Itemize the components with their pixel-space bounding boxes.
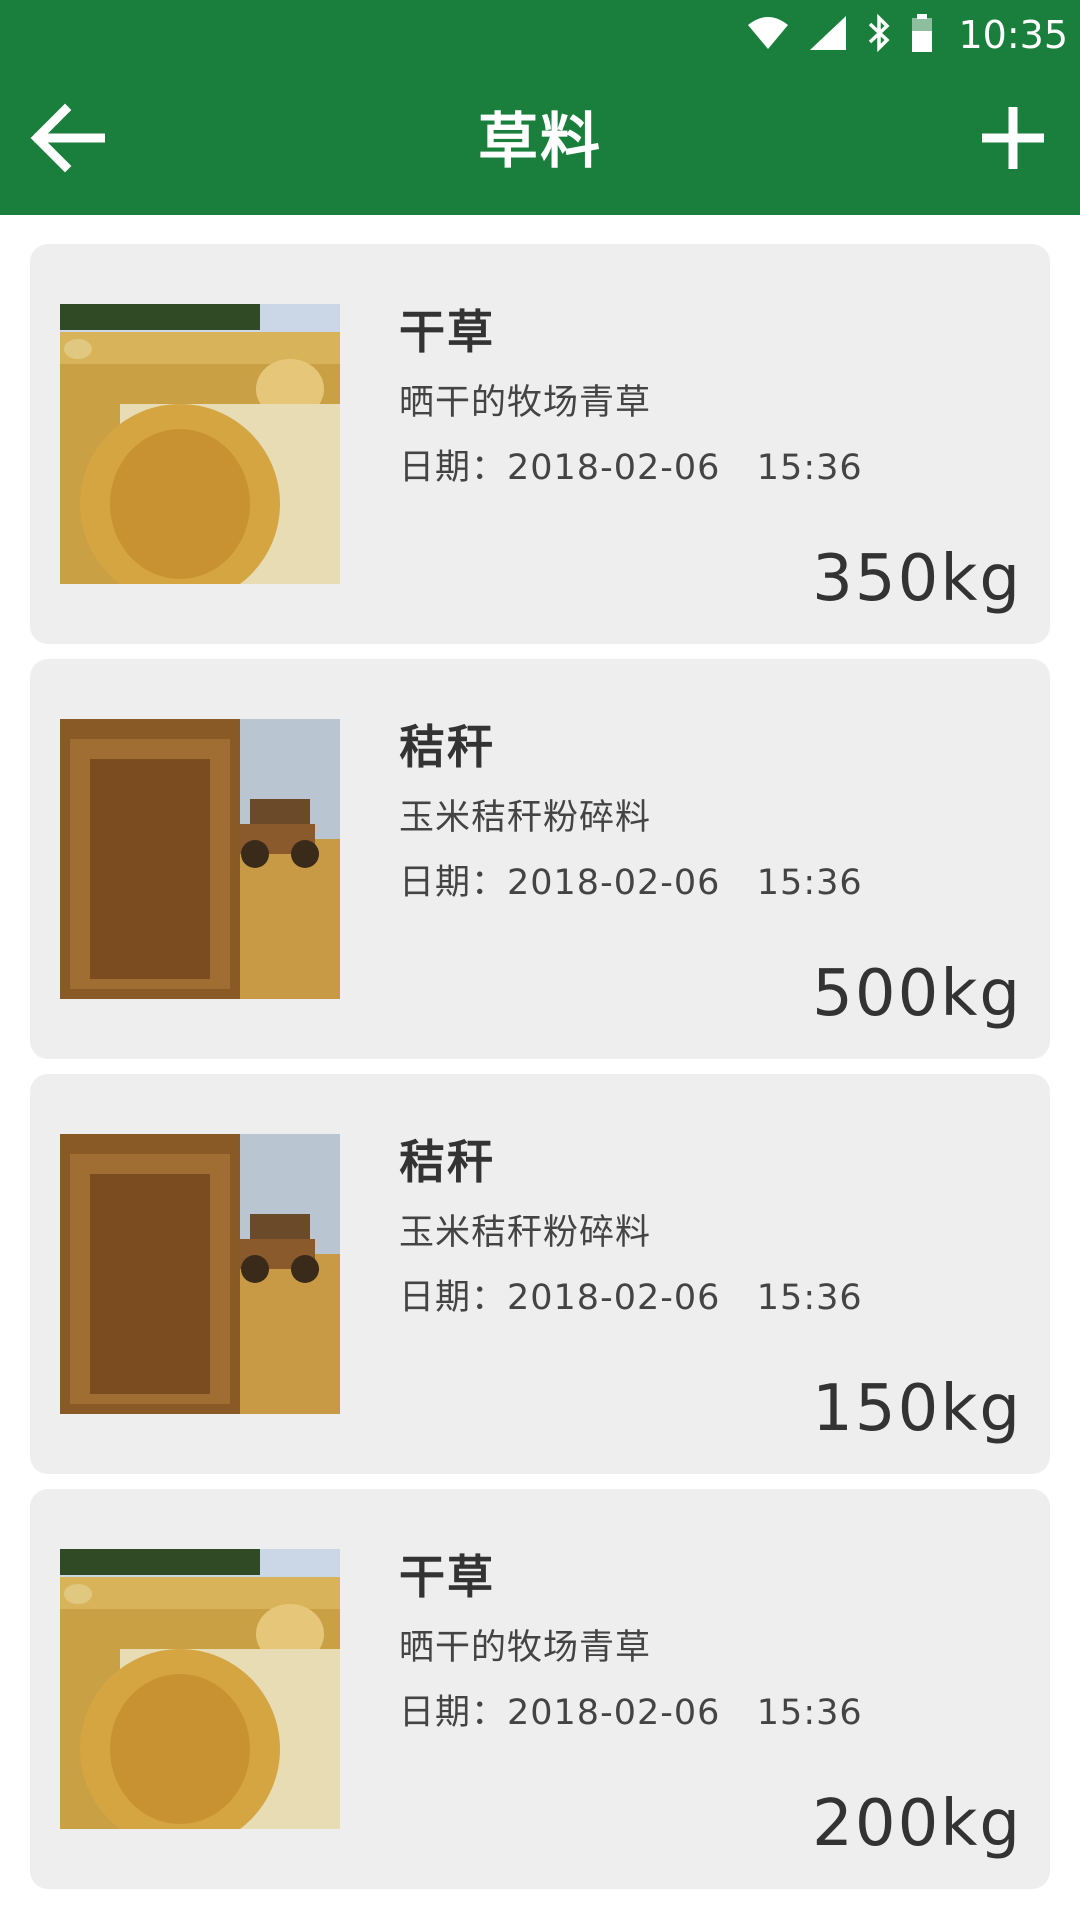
item-weight: 200kg xyxy=(812,1787,1022,1861)
list-item[interactable]: 干草 晒干的牧场青草 日期：2018-02-06 15:36 200kg xyxy=(30,1489,1050,1889)
wifi-icon xyxy=(746,15,790,55)
straw-bale-photo xyxy=(60,719,340,999)
item-weight: 500kg xyxy=(812,957,1022,1031)
item-weight: 350kg xyxy=(812,542,1022,616)
item-title: 干草 xyxy=(399,1550,495,1604)
list-item[interactable]: 秸秆 玉米秸秆粉碎料 日期：2018-02-06 15:36 150kg xyxy=(30,1074,1050,1474)
item-date: 日期：2018-02-06 15:36 xyxy=(399,448,863,488)
page-title: 草料 xyxy=(478,107,602,177)
list-item[interactable]: 干草 晒干的牧场青草 日期：2018-02-06 15:36 350kg xyxy=(30,244,1050,644)
item-description: 晒干的牧场青草 xyxy=(399,1628,652,1668)
bluetooth-icon xyxy=(866,13,892,57)
item-weight: 150kg xyxy=(812,1372,1022,1446)
item-title: 秸秆 xyxy=(399,720,495,774)
status-time: 10:35 xyxy=(958,13,1068,57)
status-icons: 10:35 xyxy=(746,0,1068,70)
status-bar: 10:35 xyxy=(0,0,1080,70)
hay-bale-photo xyxy=(60,1549,340,1829)
battery-icon xyxy=(910,13,934,57)
app-bar: 草料 xyxy=(0,70,1080,215)
signal-icon xyxy=(808,14,848,56)
item-title: 秸秆 xyxy=(399,1135,495,1189)
item-date: 日期：2018-02-06 15:36 xyxy=(399,863,863,903)
feed-list: 干草 晒干的牧场青草 日期：2018-02-06 15:36 350kg 秸秆 … xyxy=(30,244,1050,1904)
back-button[interactable] xyxy=(22,100,112,180)
hay-bale-photo xyxy=(60,304,340,584)
list-item[interactable]: 秸秆 玉米秸秆粉碎料 日期：2018-02-06 15:36 500kg xyxy=(30,659,1050,1059)
arrow-left-icon xyxy=(29,103,106,177)
item-title: 干草 xyxy=(399,305,495,359)
item-description: 玉米秸秆粉碎料 xyxy=(399,1213,652,1253)
plus-icon xyxy=(980,105,1046,175)
straw-bale-photo xyxy=(60,1134,340,1414)
item-description: 晒干的牧场青草 xyxy=(399,383,652,423)
add-button[interactable] xyxy=(968,100,1058,180)
item-description: 玉米秸秆粉碎料 xyxy=(399,798,652,838)
item-date: 日期：2018-02-06 15:36 xyxy=(399,1278,863,1318)
item-date: 日期：2018-02-06 15:36 xyxy=(399,1693,863,1733)
